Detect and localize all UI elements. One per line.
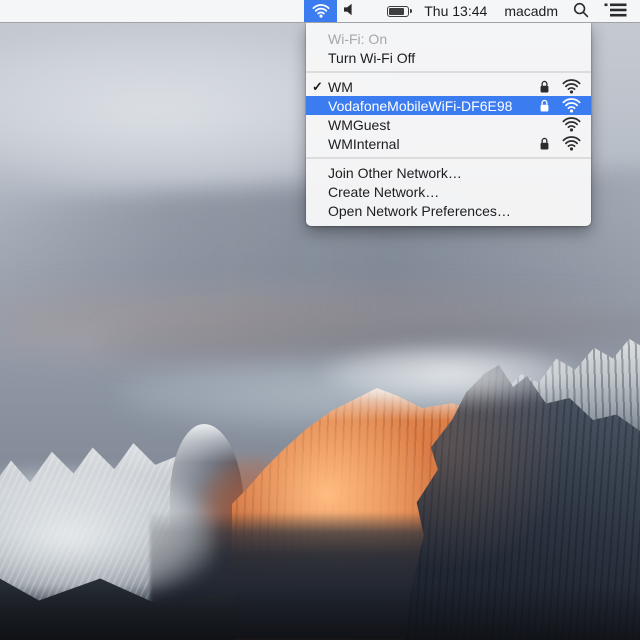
wifi-icon [312,4,330,18]
menu-item-wifi-status: Wi-Fi: On [306,29,591,48]
network-label: WM [328,79,353,95]
list-icon [604,3,627,20]
wifi-signal-icon [562,117,581,132]
menu-item-network-vodafone[interactable]: VodafoneMobileWiFi-DF6E98 [306,96,591,115]
lock-icon [539,79,550,94]
battery-menu-extra[interactable] [387,0,412,22]
menu-item-network-wminternal[interactable]: WMInternal [306,134,591,153]
checkmark-icon: ✓ [312,79,328,95]
lock-icon [539,136,550,151]
turn-wifi-off-label: Turn Wi-Fi Off [328,50,415,66]
menu-separator [306,71,591,73]
search-icon [573,2,589,21]
action-label: Join Other Network… [328,165,462,181]
wifi-signal-icon [562,98,581,113]
clock-text: Thu 13:44 [424,3,487,19]
wifi-signal-icon [562,79,581,94]
wifi-signal-icon [562,136,581,151]
network-label: VodafoneMobileWiFi-DF6E98 [328,98,512,114]
menu-item-join-other-network[interactable]: Join Other Network… [306,163,591,182]
lock-icon [539,98,550,113]
spotlight-menu-extra[interactable] [573,0,589,22]
volume-menu-extra[interactable] [343,0,356,22]
speaker-icon [343,3,356,19]
menu-item-turn-wifi-off[interactable]: Turn Wi-Fi Off [306,48,591,67]
notification-center-menu-extra[interactable] [604,0,627,22]
user-menu-extra[interactable]: macadm [504,0,558,22]
battery-nub [410,9,412,13]
wallpaper-fog [320,343,580,405]
battery-icon [387,6,409,17]
menu-separator [306,157,591,159]
action-label: Open Network Preferences… [328,203,511,219]
menu-bar: Thu 13:44 macadm [0,0,640,23]
menu-item-create-network[interactable]: Create Network… [306,182,591,201]
network-label: WMGuest [328,117,390,133]
username-text: macadm [504,3,558,19]
wifi-menu-extra[interactable] [304,0,337,22]
wifi-dropdown-menu: Wi-Fi: On Turn Wi-Fi Off ✓ WM VodafoneMo… [306,22,591,226]
action-label: Create Network… [328,184,439,200]
network-label: WMInternal [328,136,400,152]
menu-item-open-network-preferences[interactable]: Open Network Preferences… [306,201,591,220]
clock-menu-extra[interactable]: Thu 13:44 [424,0,487,22]
menu-item-network-wmguest[interactable]: WMGuest [306,115,591,134]
menu-item-network-wm[interactable]: ✓ WM [306,77,591,96]
wallpaper-bottom-shadow [0,585,640,640]
wifi-status-label: Wi-Fi: On [328,31,387,47]
